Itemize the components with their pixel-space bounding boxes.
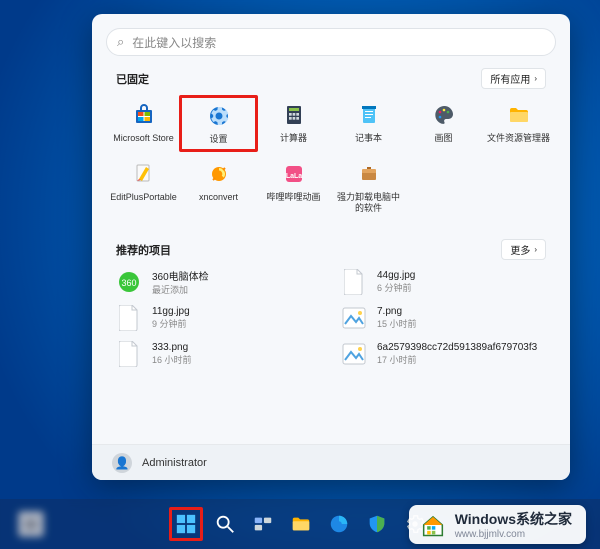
user-name[interactable]: Administrator: [142, 457, 207, 469]
recommended-grid: 360 360电脑体检 最近添加 44gg.jpg 6 分钟前 11gg.jpg…: [92, 262, 570, 368]
recommended-name: 7.png: [377, 306, 417, 317]
recommended-header: 推荐的项目 更多 ›: [92, 235, 570, 262]
editplus-icon: [130, 160, 158, 188]
pinned-app-uninstaller[interactable]: 强力卸载电脑中的软件: [331, 156, 406, 218]
taskbar-taskview-button[interactable]: [249, 510, 277, 538]
recommended-title: 推荐的项目: [116, 242, 171, 258]
windows-icon: [175, 513, 197, 535]
watermark-url: www.bjjmlv.com: [455, 529, 572, 540]
recommended-meta: 16 小时前: [152, 353, 192, 366]
recommended-meta: 15 小时前: [377, 317, 417, 330]
recommended-item[interactable]: 6a2579398cc72d591389af679703f3... 17 小时前: [341, 340, 546, 368]
file-icon: [116, 304, 142, 332]
image-icon: [341, 340, 367, 368]
watermark: Windows系统之家 www.bjjmlv.com: [409, 505, 586, 544]
more-button[interactable]: 更多 ›: [501, 239, 546, 260]
notepad-icon: [355, 101, 383, 129]
recommended-meta: 6 分钟前: [377, 281, 415, 294]
folder-icon: [505, 101, 533, 129]
taskbar-browser[interactable]: [325, 510, 353, 538]
shield-icon: [366, 513, 388, 535]
app-icon: 360: [116, 268, 142, 296]
all-apps-label: 所有应用: [490, 71, 530, 86]
search-input[interactable]: ⌕ 在此键入以搜索: [106, 28, 556, 56]
recommended-meta: 9 分钟前: [152, 317, 190, 330]
taskbar-explorer[interactable]: [287, 510, 315, 538]
pinned-app-label: 文件资源管理器: [487, 133, 550, 144]
recommended-item[interactable]: 360 360电脑体检 最近添加: [116, 268, 321, 296]
pinned-app-bilibili[interactable]: LaLa 哔哩哔哩动画: [256, 156, 331, 218]
pinned-app-xnconvert[interactable]: xnconvert: [181, 156, 256, 218]
user-avatar-icon[interactable]: 👤: [112, 453, 132, 473]
recommended-item[interactable]: 7.png 15 小时前: [341, 304, 546, 332]
pinned-app-label: xnconvert: [199, 192, 238, 203]
taskbar-search-button[interactable]: [211, 510, 239, 538]
folder-icon: [290, 513, 312, 535]
start-footer: 👤 Administrator: [92, 444, 570, 480]
chevron-right-icon: ›: [534, 74, 537, 83]
all-apps-button[interactable]: 所有应用 ›: [481, 68, 546, 89]
pinned-app-label: 记事本: [355, 133, 382, 144]
file-icon: [116, 340, 142, 368]
pinned-app-label: 画图: [434, 133, 452, 144]
paint-icon: [430, 101, 458, 129]
pinned-app-calculator[interactable]: 计算器: [256, 97, 331, 150]
recommended-name: 44gg.jpg: [377, 270, 415, 281]
browser-icon: [328, 513, 350, 535]
pinned-app-paint[interactable]: 画图: [406, 97, 481, 150]
search-icon: [214, 513, 236, 535]
house-icon: [419, 511, 447, 539]
xnconvert-icon: [205, 160, 233, 188]
taskview-icon: [252, 513, 274, 535]
pinned-app-settings[interactable]: 设置: [179, 95, 258, 152]
recommended-name: 11gg.jpg: [152, 306, 190, 317]
recommended-name: 6a2579398cc72d591389af679703f3...: [377, 342, 537, 353]
pinned-app-editplus[interactable]: EditPlusPortable: [106, 156, 181, 218]
pinned-app-label: 强力卸载电脑中的软件: [333, 192, 404, 214]
pinned-app-notepad[interactable]: 记事本: [331, 97, 406, 150]
gear-icon: [205, 102, 233, 130]
recommended-name: 360电脑体检: [152, 268, 209, 283]
recommended-meta: 最近添加: [152, 283, 209, 296]
recommended-meta: 17 小时前: [377, 353, 537, 366]
recommended-name: 333.png: [152, 342, 192, 353]
svg-text:360: 360: [121, 278, 136, 288]
recommended-item[interactable]: 333.png 16 小时前: [116, 340, 321, 368]
uninstaller-icon: [355, 160, 383, 188]
store-icon: [130, 101, 158, 129]
svg-text:LaLa: LaLa: [285, 173, 301, 180]
recommended-item[interactable]: 11gg.jpg 9 分钟前: [116, 304, 321, 332]
search-icon: ⌕: [117, 34, 124, 50]
watermark-title: Windows系统之家: [455, 509, 572, 529]
pinned-app-store[interactable]: Microsoft Store: [106, 97, 181, 150]
taskbar-security[interactable]: [363, 510, 391, 538]
start-menu: ⌕ 在此键入以搜索 已固定 所有应用 › Microsoft Store 设置 …: [92, 14, 570, 480]
pinned-title: 已固定: [116, 71, 149, 87]
bilibili-icon: LaLa: [280, 160, 308, 188]
search-placeholder: 在此键入以搜索: [132, 34, 216, 51]
pinned-grid: Microsoft Store 设置 计算器 记事本 画图: [92, 91, 570, 217]
pinned-app-label: 计算器: [280, 133, 307, 144]
pinned-app-label: Microsoft Store: [113, 133, 174, 144]
pinned-app-label: 哔哩哔哩动画: [266, 192, 320, 203]
pinned-app-label: EditPlusPortable: [110, 192, 177, 203]
chevron-right-icon: ›: [534, 245, 537, 254]
file-icon: [341, 268, 367, 296]
pinned-app-explorer[interactable]: 文件资源管理器: [481, 97, 556, 150]
recommended-item[interactable]: 44gg.jpg 6 分钟前: [341, 268, 546, 296]
pinned-header: 已固定 所有应用 ›: [92, 64, 570, 91]
more-label: 更多: [510, 242, 530, 257]
pinned-app-label: 设置: [209, 134, 227, 145]
image-icon: [341, 304, 367, 332]
taskbar-start-button[interactable]: [169, 507, 203, 541]
calculator-icon: [280, 101, 308, 129]
